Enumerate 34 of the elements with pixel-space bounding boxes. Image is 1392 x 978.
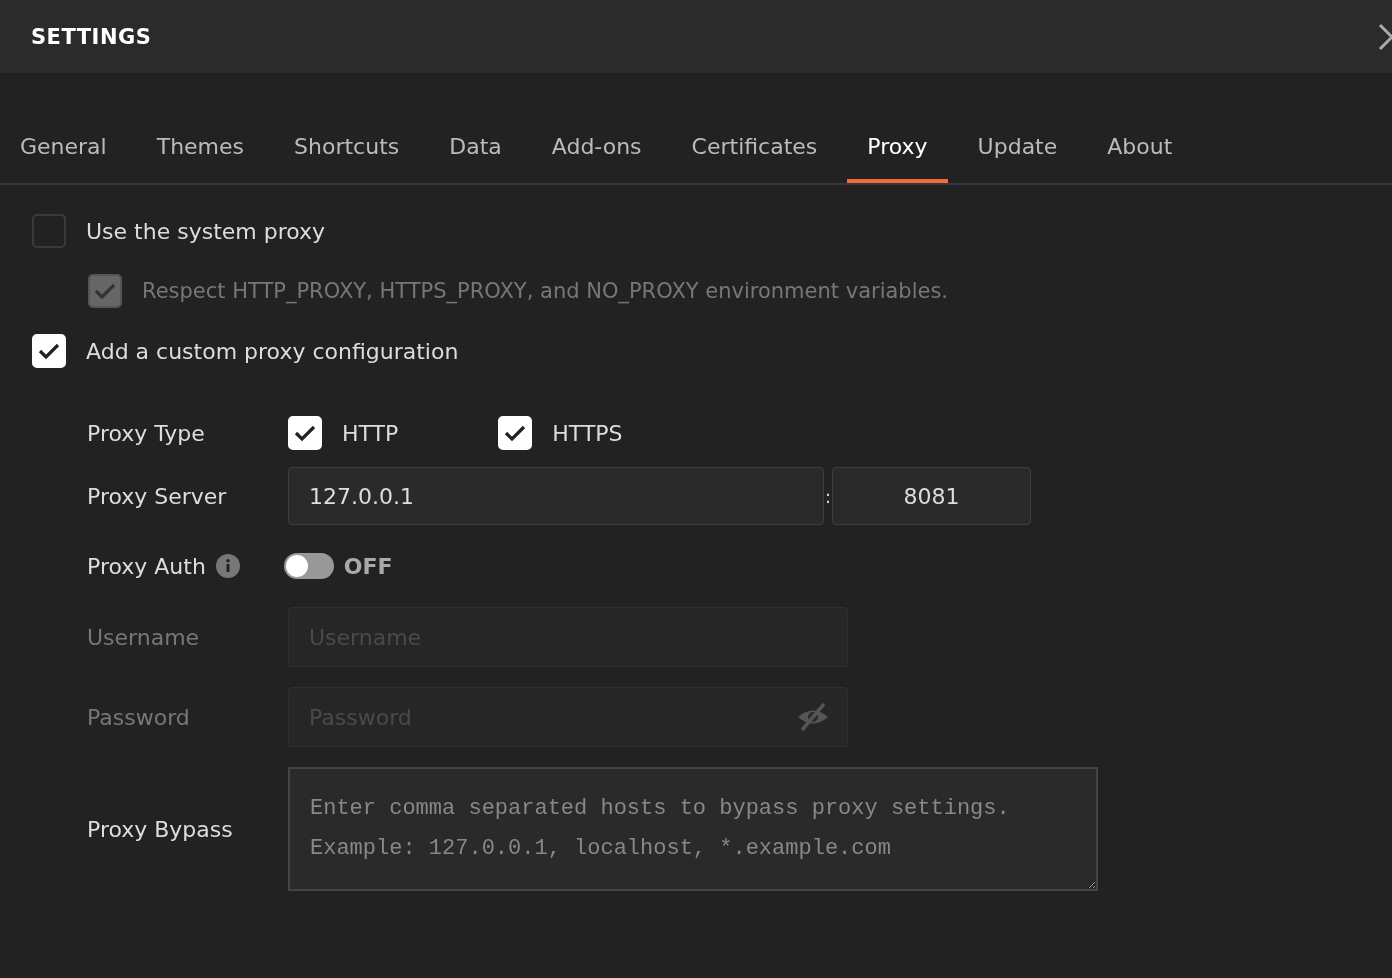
checkbox[interactable]	[32, 214, 66, 248]
host-field[interactable]: 127.0.0.1	[288, 467, 824, 525]
field-label: Username	[87, 624, 201, 650]
settings-tab[interactable]: Certificates	[671, 113, 838, 183]
field-label: Password	[87, 704, 191, 730]
settings-tab[interactable]: General	[0, 113, 127, 183]
settings-tab[interactable]: Data	[429, 113, 522, 183]
option-label: Respect HTTP_PROXY, HTTPS_PROXY, and NO_PROXY environment variables.	[142, 279, 949, 303]
option-label: HTTP	[342, 420, 399, 446]
check-icon	[294, 424, 316, 442]
field-label: Proxy Type	[87, 420, 206, 446]
settings-tab[interactable]: Update	[957, 113, 1078, 183]
field-label: Proxy Bypass	[87, 816, 234, 842]
toggle-switch[interactable]	[283, 553, 334, 579]
settings-tab[interactable]: About	[1087, 113, 1193, 183]
option-label: Use the system proxy	[86, 218, 326, 244]
check-icon	[94, 282, 116, 300]
settings-tab[interactable]: Proxy	[847, 113, 948, 183]
settings-tab[interactable]: Themes	[136, 113, 265, 183]
check-icon	[38, 342, 60, 360]
separator-text: :	[824, 485, 832, 507]
settings-tab[interactable]: Shortcuts	[274, 113, 420, 183]
field-label: Proxy Auth	[87, 553, 206, 579]
check-icon	[504, 424, 527, 442]
option-label: Add a custom proxy configuration	[86, 338, 459, 364]
toggle-state-text: OFF	[343, 553, 393, 579]
settings-tab[interactable]: Add-ons	[531, 113, 662, 183]
field-label: Proxy Server	[87, 483, 228, 509]
info-icon[interactable]	[215, 554, 240, 578]
bypass-field[interactable]: Enter comma separated hosts to bypass proxy settings. Example: 127.0.0.1, localhost, *.example.com	[288, 767, 1098, 891]
option-label: HTTPS	[552, 420, 623, 446]
close-icon[interactable]	[1378, 22, 1392, 51]
port-field[interactable]: 8081	[832, 467, 1031, 525]
settings-title: SETTINGS	[31, 24, 152, 49]
